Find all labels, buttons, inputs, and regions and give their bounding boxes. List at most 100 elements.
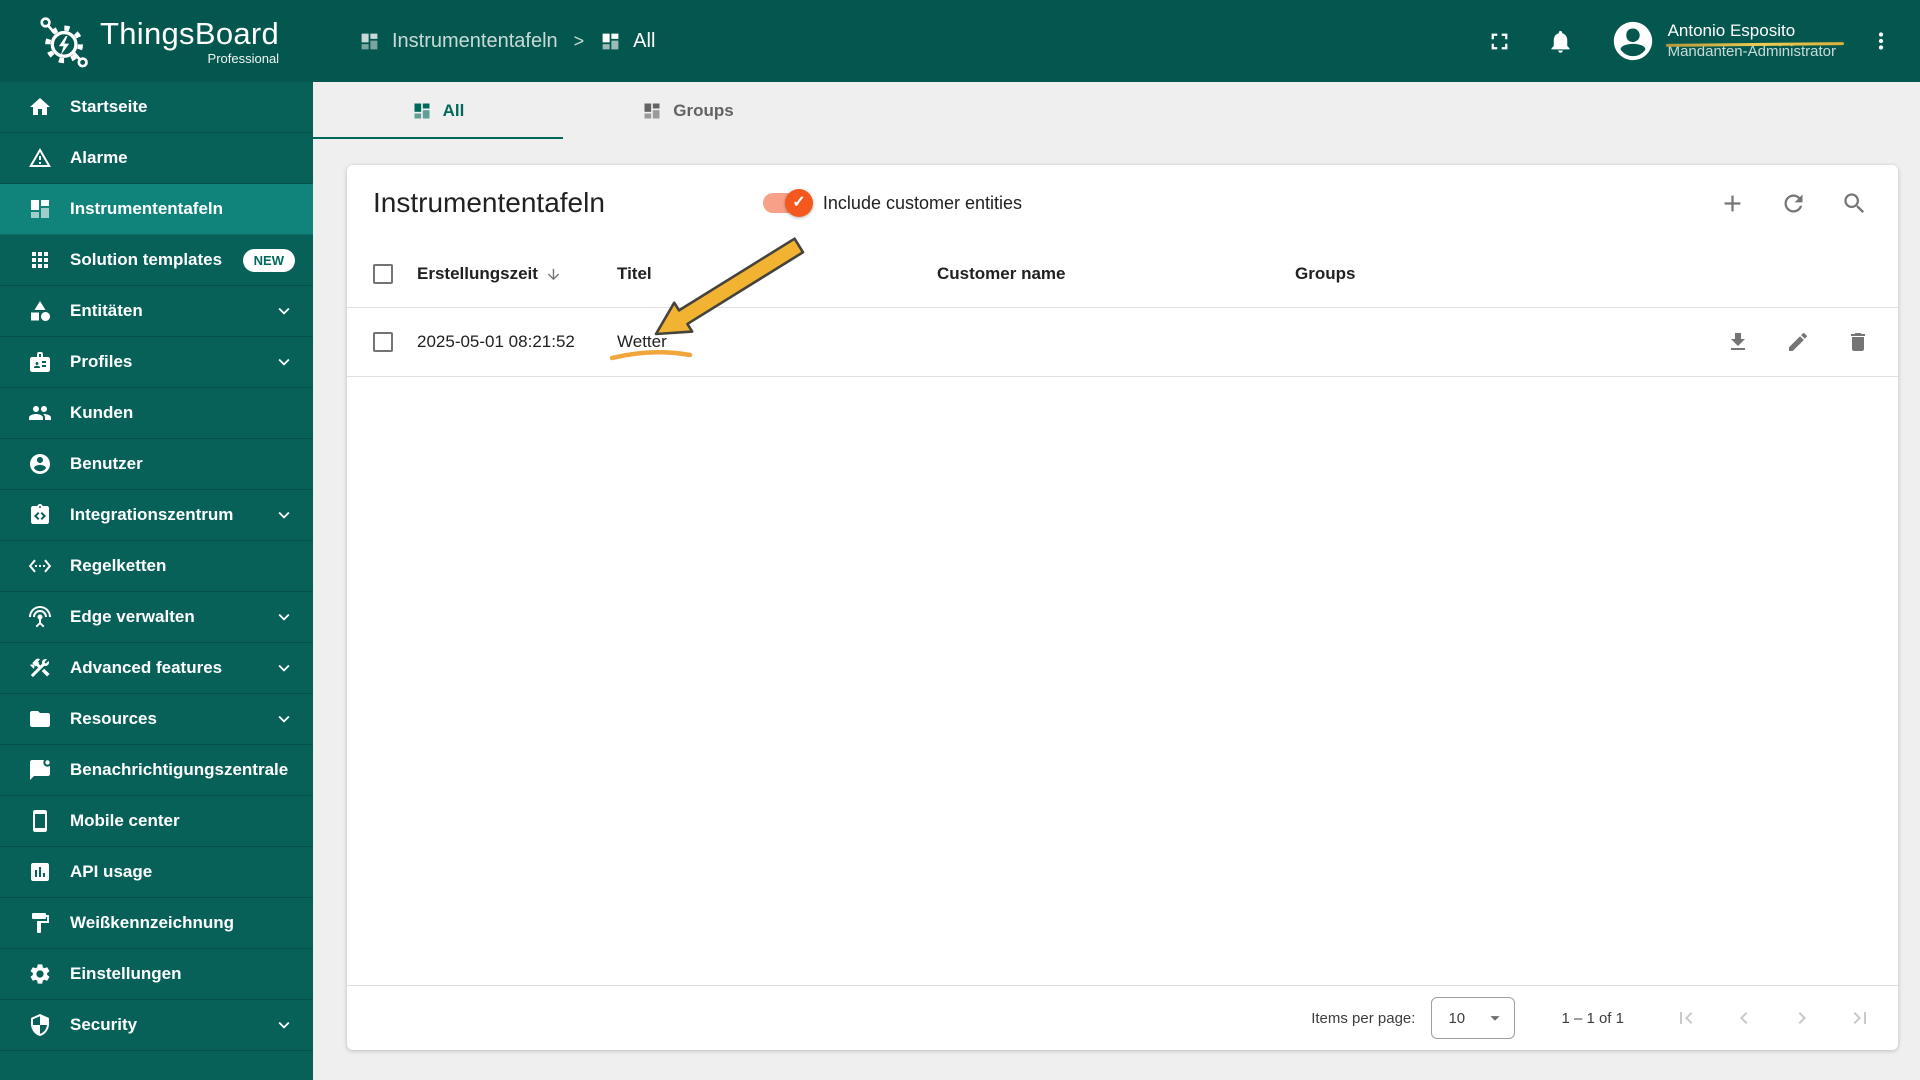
warning-icon — [29, 148, 51, 167]
sidebar-item-label: Weißkennzeichnung — [70, 913, 235, 932]
app-logo[interactable]: ThingsBoard Professional — [0, 14, 313, 68]
previous-page-button[interactable] — [1732, 1006, 1756, 1030]
avatar[interactable] — [1610, 18, 1656, 64]
user-menu[interactable]: Antonio Esposito Mandanten-Administrator — [1665, 20, 1845, 62]
toggle-label: Include customer entities — [822, 192, 1023, 213]
column-header-title[interactable]: Titel — [617, 264, 937, 284]
search-button[interactable] — [1841, 190, 1868, 217]
delete-dashboard-button[interactable] — [1846, 330, 1870, 354]
profiles-badge-icon — [30, 352, 50, 372]
check-icon: ✓ — [792, 194, 806, 211]
home-icon — [30, 98, 50, 115]
refresh-icon — [1784, 194, 1803, 212]
tab-all[interactable]: All — [313, 82, 563, 139]
download-icon — [1731, 333, 1745, 350]
chevron-down-icon — [278, 664, 290, 672]
sidebar-item-advanced-features[interactable]: Advanced features — [0, 643, 313, 694]
sidebar-item-label: Startseite — [70, 97, 148, 116]
new-badge: NEW — [242, 248, 295, 272]
apps-grid-icon — [32, 252, 48, 268]
toggle-switch[interactable]: ✓ — [762, 189, 813, 217]
breadcrumb-item-instrumententafeln[interactable]: Instrumententafeln — [359, 30, 558, 53]
sidebar-item-mobile-center[interactable]: Mobile center — [0, 796, 313, 847]
sidebar-item-entitaten[interactable]: Entitäten — [0, 286, 313, 337]
sidebar-item-integrationszentrum[interactable]: Integrationszentrum — [0, 490, 313, 541]
search-icon — [1844, 192, 1865, 213]
column-header-groups[interactable]: Groups — [1295, 264, 1684, 284]
sidebar-item-kunden[interactable]: Kunden — [0, 388, 313, 439]
sidebar-item-startseite[interactable]: Startseite — [0, 82, 313, 133]
sidebar-item-label: Einstellungen — [70, 964, 182, 983]
pager-buttons — [1674, 1006, 1872, 1030]
sidebar-item-profiles[interactable]: Profiles — [0, 337, 313, 388]
sidebar-item-alarme[interactable]: Alarme — [0, 133, 313, 184]
sidebar-item-security[interactable]: Security — [0, 1000, 313, 1051]
sidebar-item-label: Integrationszentrum — [70, 505, 234, 524]
sidebar-item-api-usage[interactable]: API usage — [0, 847, 313, 898]
column-header-customer-name[interactable]: Customer name — [937, 264, 1295, 284]
first-page-icon — [1680, 1012, 1693, 1024]
include-customer-entities-toggle[interactable]: ✓ Include customer entities — [762, 189, 1023, 217]
tab-groups[interactable]: Groups — [563, 82, 813, 139]
user-name: Antonio Esposito — [1667, 21, 1796, 41]
notification-center-icon — [30, 758, 52, 780]
panel-header: Instrumententafeln ✓ Include customer en… — [347, 165, 1898, 241]
integrations-icon — [31, 504, 49, 524]
column-header-created-time[interactable]: Erstellungszeit — [417, 264, 617, 284]
dashboards-icon — [414, 103, 430, 118]
app-name: ThingsBoard — [100, 15, 280, 51]
folder-icon — [30, 711, 50, 727]
breadcrumb-label: Instrumententafeln — [392, 29, 558, 52]
breadcrumb-separator: > — [573, 30, 585, 51]
column-label: Customer name — [937, 264, 1066, 283]
chevron-right-icon — [1798, 1012, 1806, 1024]
edit-dashboard-button[interactable] — [1786, 330, 1810, 354]
fullscreen-button[interactable] — [1486, 28, 1513, 55]
add-dashboard-button[interactable] — [1719, 190, 1746, 217]
plus-icon — [1724, 195, 1741, 211]
sidebar-item-einstellungen[interactable]: Einstellungen — [0, 949, 313, 1000]
sidebar-item-resources[interactable]: Resources — [0, 694, 313, 745]
export-dashboard-button[interactable] — [1726, 330, 1750, 354]
sidebar-item-instrumententafeln[interactable]: Instrumententafeln — [0, 184, 313, 235]
next-page-button[interactable] — [1790, 1006, 1814, 1030]
dashboards-icon — [361, 33, 378, 49]
notifications-bell-icon — [1551, 30, 1570, 53]
dashboards-card: Instrumententafeln ✓ Include customer en… — [347, 165, 1898, 1050]
sidebar-item-label: Edge verwalten — [70, 607, 195, 626]
tab-label: All — [442, 100, 465, 120]
security-shield-icon — [31, 1014, 49, 1036]
sidebar-item-weisskennzeichnung[interactable]: Weißkennzeichnung — [0, 898, 313, 949]
settings-gear-icon — [30, 964, 50, 984]
last-page-button[interactable] — [1848, 1006, 1872, 1030]
breadcrumb-item-all[interactable]: All — [600, 30, 655, 53]
sort-descending-icon[interactable] — [545, 266, 562, 283]
refresh-button[interactable] — [1780, 190, 1807, 217]
sidebar-item-label: API usage — [70, 862, 153, 881]
breadcrumb: Instrumententafeln > All — [359, 30, 655, 53]
last-page-icon — [1853, 1012, 1866, 1024]
table-header-row: Erstellungszeit Titel Customer name Grou… — [347, 241, 1898, 308]
first-page-button[interactable] — [1674, 1006, 1698, 1030]
notifications-button[interactable] — [1547, 28, 1574, 55]
page-title: Instrumententafeln — [373, 187, 605, 218]
sidebar-item-label: Security — [70, 1015, 138, 1034]
row-checkbox[interactable] — [373, 332, 393, 352]
customers-people-icon — [29, 406, 51, 420]
fullscreen-icon — [1491, 33, 1507, 49]
chevron-down-icon — [278, 358, 290, 366]
row-actions — [1684, 330, 1870, 354]
more-menu-button[interactable] — [1868, 28, 1894, 54]
items-per-page-select[interactable]: 10 — [1431, 997, 1516, 1039]
cell-title[interactable]: Wetter — [617, 332, 937, 352]
user-circle-icon — [30, 454, 50, 474]
column-label: Groups — [1295, 264, 1356, 283]
sidebar-item-solution-templates[interactable]: Solution templates NEW — [0, 235, 313, 286]
breadcrumb-label: All — [633, 29, 656, 52]
sidebar-item-benachrichtigungszentrale[interactable]: Benachrichtigungszentrale — [0, 745, 313, 796]
sidebar-item-regelketten[interactable]: Regelketten — [0, 541, 313, 592]
table-row[interactable]: 2025-05-01 08:21:52 Wetter — [347, 308, 1898, 377]
sidebar-item-edge-verwalten[interactable]: Edge verwalten — [0, 592, 313, 643]
select-all-checkbox[interactable] — [373, 264, 393, 284]
sidebar-item-benutzer[interactable]: Benutzer — [0, 439, 313, 490]
